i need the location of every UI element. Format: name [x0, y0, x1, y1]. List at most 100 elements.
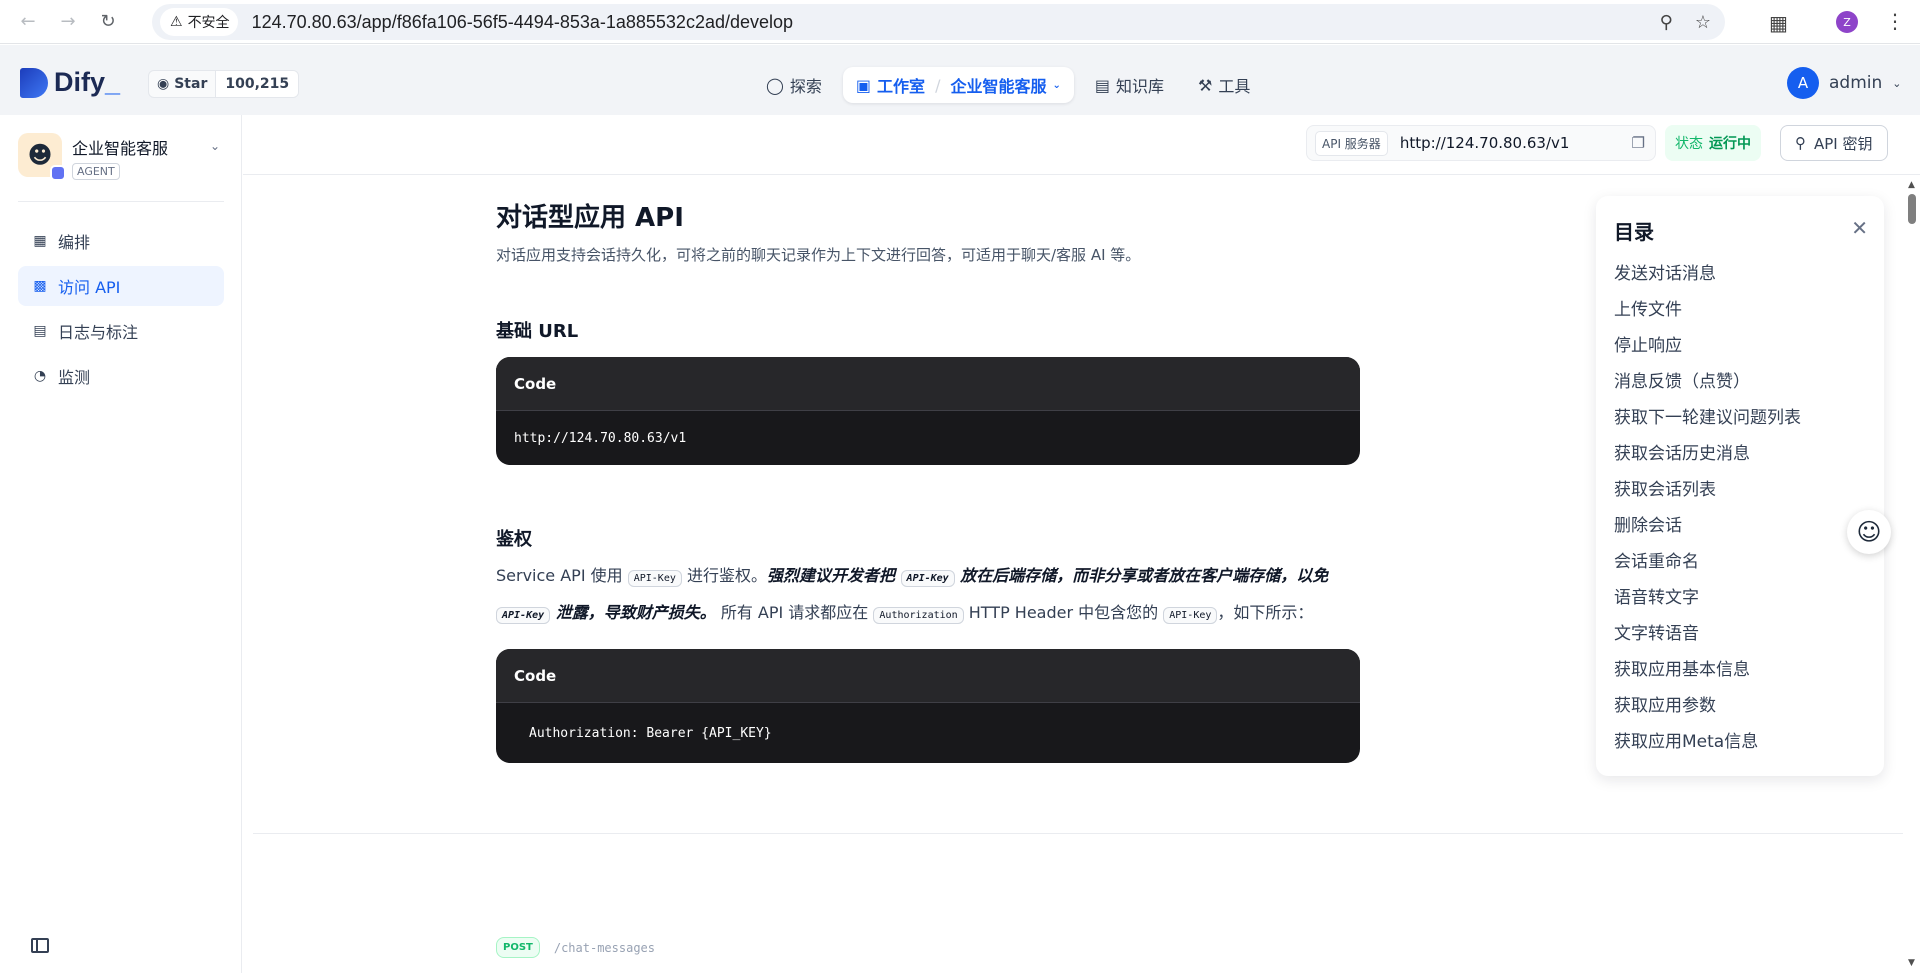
- nav-knowledge[interactable]: ▤ 知识库: [1082, 67, 1177, 103]
- toc-item[interactable]: 获取会话列表: [1614, 472, 1801, 508]
- current-app-switcher[interactable]: 企业智能客服: [950, 73, 1046, 97]
- agent-badge-icon: [50, 165, 66, 181]
- browser-menu-icon[interactable]: ⋮: [1885, 9, 1905, 33]
- url-text[interactable]: 124.70.80.63/app/f86fa106-56f5-4494-853a…: [252, 12, 793, 33]
- forward-icon[interactable]: →: [48, 0, 88, 44]
- scrollbar-thumb[interactable]: [1908, 194, 1916, 224]
- inline-code-api-key: API-Key: [900, 570, 955, 587]
- nav-tools-label: 工具: [1218, 77, 1251, 96]
- inline-code-authorization: Authorization: [873, 607, 964, 624]
- toc-panel: 目录 ✕ 发送对话消息 上传文件 停止响应 消息反馈（点赞） 获取下一轮建议问题…: [1596, 196, 1884, 776]
- app-type-badge: AGENT: [72, 163, 120, 180]
- base-url-code[interactable]: http://124.70.80.63/v1: [496, 411, 1360, 465]
- logo-mark: [20, 67, 48, 98]
- chevron-down-icon[interactable]: ⌄: [210, 139, 220, 153]
- security-chip[interactable]: ⚠ 不安全: [160, 8, 238, 36]
- scroll-down-icon[interactable]: ▼: [1908, 958, 1915, 968]
- collapse-sidebar-icon[interactable]: [31, 938, 49, 953]
- terminal-icon: ▩: [33, 278, 47, 294]
- sidebar-item-monitoring[interactable]: ◔ 监测: [18, 356, 224, 396]
- browser-profile-avatar[interactable]: Z: [1836, 11, 1858, 33]
- back-icon[interactable]: ←: [8, 0, 48, 44]
- toc-item[interactable]: 消息反馈（点赞）: [1614, 364, 1801, 400]
- auth-warning-text: 泄露，导致财产损失。: [550, 603, 716, 622]
- app-name: 企业智能客服: [72, 139, 169, 158]
- toc-item[interactable]: 获取应用基本信息: [1614, 652, 1801, 688]
- sidebar-item-label: 监测: [58, 368, 91, 387]
- auth-warning-text: 强烈建议开发者把: [766, 566, 901, 585]
- api-server-field: API 服务器 http://124.70.80.63/v1 ❐: [1306, 125, 1656, 161]
- api-doc: 对话型应用 API 对话应用支持会话持久化，可将之前的聊天记录作为上下文进行回答…: [496, 175, 1376, 763]
- base-url-heading: 基础 URL: [496, 321, 579, 342]
- sidebar-menu: ▦ 编排 ▩ 访问 API ▤ 日志与标注 ◔ 监测: [18, 221, 224, 401]
- layout-icon: ▦: [33, 233, 47, 249]
- auth-text-part: ，如下所示：: [1217, 603, 1314, 622]
- section-divider: [253, 833, 1903, 834]
- address-bar[interactable]: ⚠ 不安全 124.70.80.63/app/f86fa106-56f5-449…: [152, 4, 1725, 40]
- sidebar-item-logs[interactable]: ▤ 日志与标注: [18, 311, 224, 351]
- github-icon: ◉: [157, 76, 170, 92]
- user-menu[interactable]: A admin ⌄: [1787, 67, 1902, 99]
- toc-item[interactable]: 会话重命名: [1614, 544, 1801, 580]
- nav-explore[interactable]: ◯ 探索: [753, 67, 835, 103]
- toc-item[interactable]: 停止响应: [1614, 328, 1801, 364]
- user-avatar: A: [1787, 67, 1819, 99]
- app-info-card[interactable]: ☻ 企业智能客服 AGENT ⌄: [18, 133, 224, 195]
- nav-studio-label: 工作室: [877, 77, 926, 96]
- auth-text-part: 所有 API 请求都应在: [715, 603, 874, 622]
- github-star-label: Star: [174, 76, 208, 92]
- base-url-code-block: Code http://124.70.80.63/v1: [496, 357, 1360, 465]
- nav-studio[interactable]: ▣ 工作室 / 企业智能客服 ⌄: [842, 67, 1074, 103]
- inline-code-api-key: API-Key: [627, 570, 682, 587]
- copy-icon[interactable]: ❐: [1632, 134, 1645, 152]
- api-server-url: http://124.70.80.63/v1: [1399, 134, 1570, 152]
- inline-code-api-key: API-Key: [496, 607, 551, 624]
- app-avatar: ☻: [18, 133, 66, 181]
- auth-heading: 鉴权: [496, 529, 532, 550]
- toc-item[interactable]: 获取应用参数: [1614, 688, 1801, 724]
- dify-logo[interactable]: Dify_: [20, 67, 120, 98]
- api-key-button[interactable]: ⚲ API 密钥: [1780, 125, 1888, 161]
- auth-description: Service API 使用 API-Key 进行鉴权。强烈建议开发者把 API…: [496, 559, 1360, 633]
- auth-code[interactable]: Authorization: Bearer {API_KEY}: [496, 703, 1360, 763]
- reload-icon[interactable]: ↻: [88, 0, 128, 44]
- extensions-icon[interactable]: ▦: [1769, 11, 1788, 35]
- api-info-bar: API 服务器 http://124.70.80.63/v1 ❐ 状态 运行中 …: [243, 115, 1920, 175]
- status-label: 状态: [1675, 136, 1703, 152]
- toc-item[interactable]: 文字转语音: [1614, 616, 1801, 652]
- scroll-up-icon[interactable]: ▲: [1908, 180, 1915, 190]
- toc-item[interactable]: 删除会话: [1614, 508, 1801, 544]
- http-method-badge: POST: [496, 937, 540, 958]
- toc-title: 目录: [1614, 220, 1654, 244]
- close-icon[interactable]: ✕: [1851, 216, 1868, 240]
- file-list-icon: ▤: [33, 323, 47, 339]
- auth-text-part: HTTP Header 中包含您的: [963, 603, 1164, 622]
- page-scrollbar[interactable]: ▲ ▼: [1904, 178, 1920, 973]
- insecure-label: 不安全: [187, 15, 230, 31]
- app-header: Dify_ ◉ Star 100,215 ◯ 探索 ▣ 工作室 / 企业智能客服…: [0, 45, 1920, 115]
- sidebar-item-label: 访问 API: [58, 278, 121, 297]
- toc-item[interactable]: 获取应用Meta信息: [1614, 724, 1801, 760]
- sidebar-item-orchestrate[interactable]: ▦ 编排: [18, 221, 224, 261]
- sidebar-item-api-access[interactable]: ▩ 访问 API: [18, 266, 224, 306]
- bookmark-star-icon[interactable]: ☆: [1695, 12, 1711, 33]
- api-server-tag: API 服务器: [1315, 130, 1388, 156]
- auth-code-block: Code Authorization: Bearer {API_KEY}: [496, 649, 1360, 763]
- compass-icon: ◯: [766, 75, 784, 95]
- toc-item[interactable]: 语音转文字: [1614, 580, 1801, 616]
- assistant-avatar-icon[interactable]: ☺: [1847, 510, 1891, 554]
- toc-item[interactable]: 获取会话历史消息: [1614, 436, 1801, 472]
- nav-tools[interactable]: ⚒ 工具: [1185, 67, 1263, 103]
- chevron-down-icon[interactable]: ⌄: [1052, 80, 1060, 91]
- zoom-icon[interactable]: ⚲: [1660, 12, 1673, 33]
- status-badge: 状态 运行中: [1665, 125, 1761, 161]
- nav-separator: /: [935, 75, 941, 95]
- toc-item[interactable]: 上传文件: [1614, 292, 1801, 328]
- sidebar-divider: [18, 201, 224, 202]
- dashboard-icon: ◔: [33, 368, 47, 384]
- chevron-down-icon: ⌄: [1892, 76, 1902, 90]
- toc-item[interactable]: 获取下一轮建议问题列表: [1614, 400, 1801, 436]
- github-star-button[interactable]: ◉ Star 100,215: [148, 70, 300, 98]
- toc-item[interactable]: 发送对话消息: [1614, 256, 1801, 292]
- status-value: 运行中: [1709, 136, 1751, 152]
